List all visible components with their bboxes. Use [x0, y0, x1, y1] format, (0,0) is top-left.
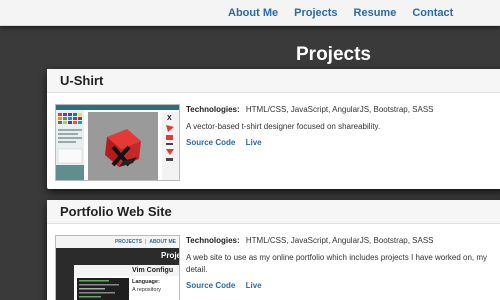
technologies-value: HTML/CSS, JavaScript, AngularJS, Bootstr…	[245, 105, 434, 114]
project-links: Source Code Live	[186, 281, 500, 290]
technologies-value: HTML/CSS, JavaScript, AngularJS, Bootstr…	[245, 236, 434, 245]
project-card-portfolio: Portfolio Web Site PROJECTS | ABOUT ME P…	[47, 200, 500, 300]
project-screenshot-portfolio[interactable]: PROJECTS | ABOUT ME Proje Vim Configu La…	[55, 235, 180, 300]
technologies-line: Technologies: HTML/CSS, JavaScript, Angu…	[186, 235, 500, 246]
technologies-label: Technologies:	[186, 105, 240, 114]
live-link[interactable]: Live	[246, 281, 262, 290]
project-links: Source Code Live	[186, 138, 500, 147]
technologies-line: Technologies: HTML/CSS, JavaScript, Angu…	[186, 104, 500, 115]
technologies-label: Technologies:	[186, 236, 240, 245]
ushirt-app-preview-image: X	[56, 105, 179, 180]
project-title: Portfolio Web Site	[47, 200, 500, 224]
terminal-lines-image	[79, 280, 119, 298]
nav-projects-link[interactable]: Projects	[294, 7, 337, 19]
project-description: A vector-based t-shirt designer focused …	[186, 122, 381, 131]
thumb-nav-about: ABOUT ME	[149, 239, 176, 245]
top-navigation-bar: About Me Projects Resume Contact	[0, 0, 500, 26]
project-details: Technologies: HTML/CSS, JavaScript, Angu…	[186, 235, 500, 290]
nav-menu: About Me Projects Resume Contact	[228, 0, 469, 26]
page-title: Projects	[296, 44, 371, 65]
project-title: U-Shirt	[47, 69, 500, 93]
project-screenshot-ushirt[interactable]: X	[55, 104, 180, 181]
thumb-language-label: Language:	[132, 279, 160, 285]
source-code-link[interactable]: Source Code	[186, 281, 235, 290]
thumb-nav-separator: |	[144, 239, 147, 245]
svg-text:X: X	[167, 115, 172, 122]
thumb-nav-projects: PROJECTS	[114, 239, 142, 245]
nav-about-me-link[interactable]: About Me	[228, 7, 278, 19]
nav-contact-link[interactable]: Contact	[412, 7, 453, 19]
project-card-ushirt: U-Shirt X Technologies: HTML/CSS, JavaSc…	[47, 69, 500, 189]
nav-resume-link[interactable]: Resume	[354, 7, 397, 19]
thumb-nav: PROJECTS | ABOUT ME	[56, 236, 179, 248]
thumb-heading: Proje	[161, 251, 180, 260]
thumb-subheading: Vim Configu	[74, 265, 179, 276]
thumb-card: Vim Configu Language: A repository	[74, 265, 179, 300]
thumb-terminal	[77, 278, 129, 300]
project-details: Technologies: HTML/CSS, JavaScript, Angu…	[186, 104, 500, 147]
thumb-desc: A repository	[132, 287, 162, 293]
source-code-link[interactable]: Source Code	[186, 138, 235, 147]
project-description: A web site to use as my online portfolio…	[186, 253, 488, 274]
live-link[interactable]: Live	[246, 138, 262, 147]
